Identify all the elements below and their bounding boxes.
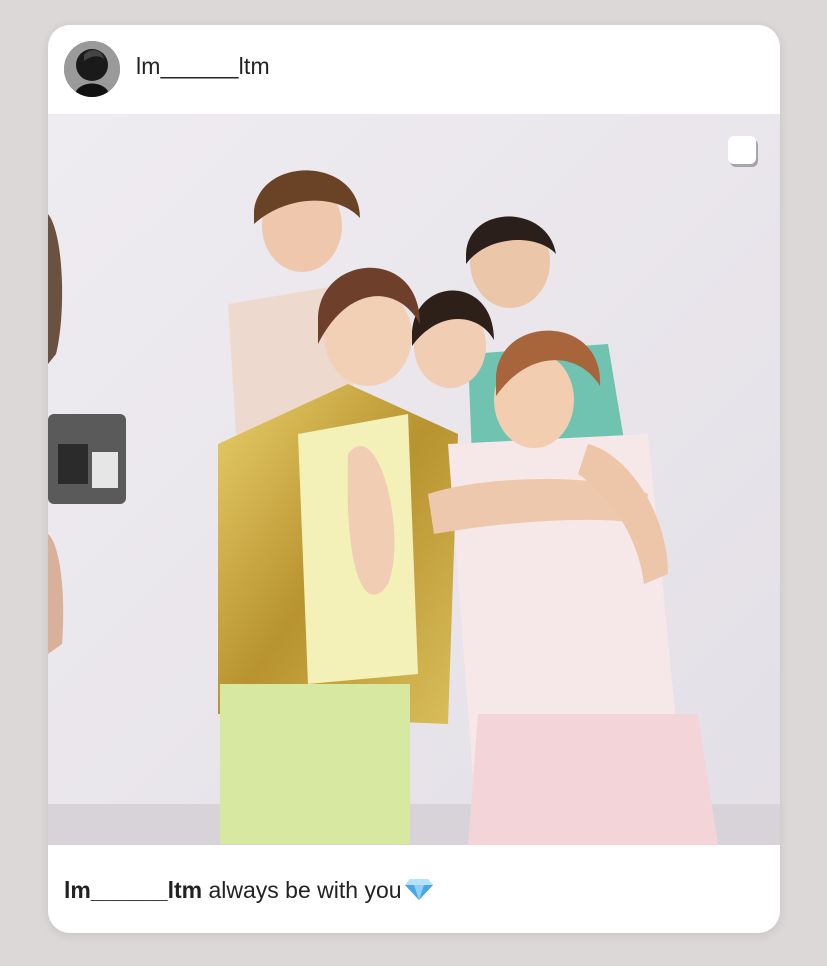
caption-username[interactable]: lm______ltm <box>64 877 202 903</box>
group-photo-illustration <box>48 114 780 845</box>
post-username[interactable]: lm______ltm <box>136 53 270 80</box>
caption-text: always be with you <box>208 877 402 903</box>
post-header: lm______ltm <box>48 25 780 114</box>
select-checkbox[interactable] <box>728 136 756 164</box>
gem-icon <box>404 877 434 907</box>
avatar-image <box>64 41 120 97</box>
avatar[interactable] <box>64 41 120 97</box>
post-photo[interactable] <box>48 114 780 845</box>
post-card: lm______ltm lm______ltm always be with y… <box>48 25 780 933</box>
post-caption: lm______ltm always be with you <box>64 877 434 907</box>
